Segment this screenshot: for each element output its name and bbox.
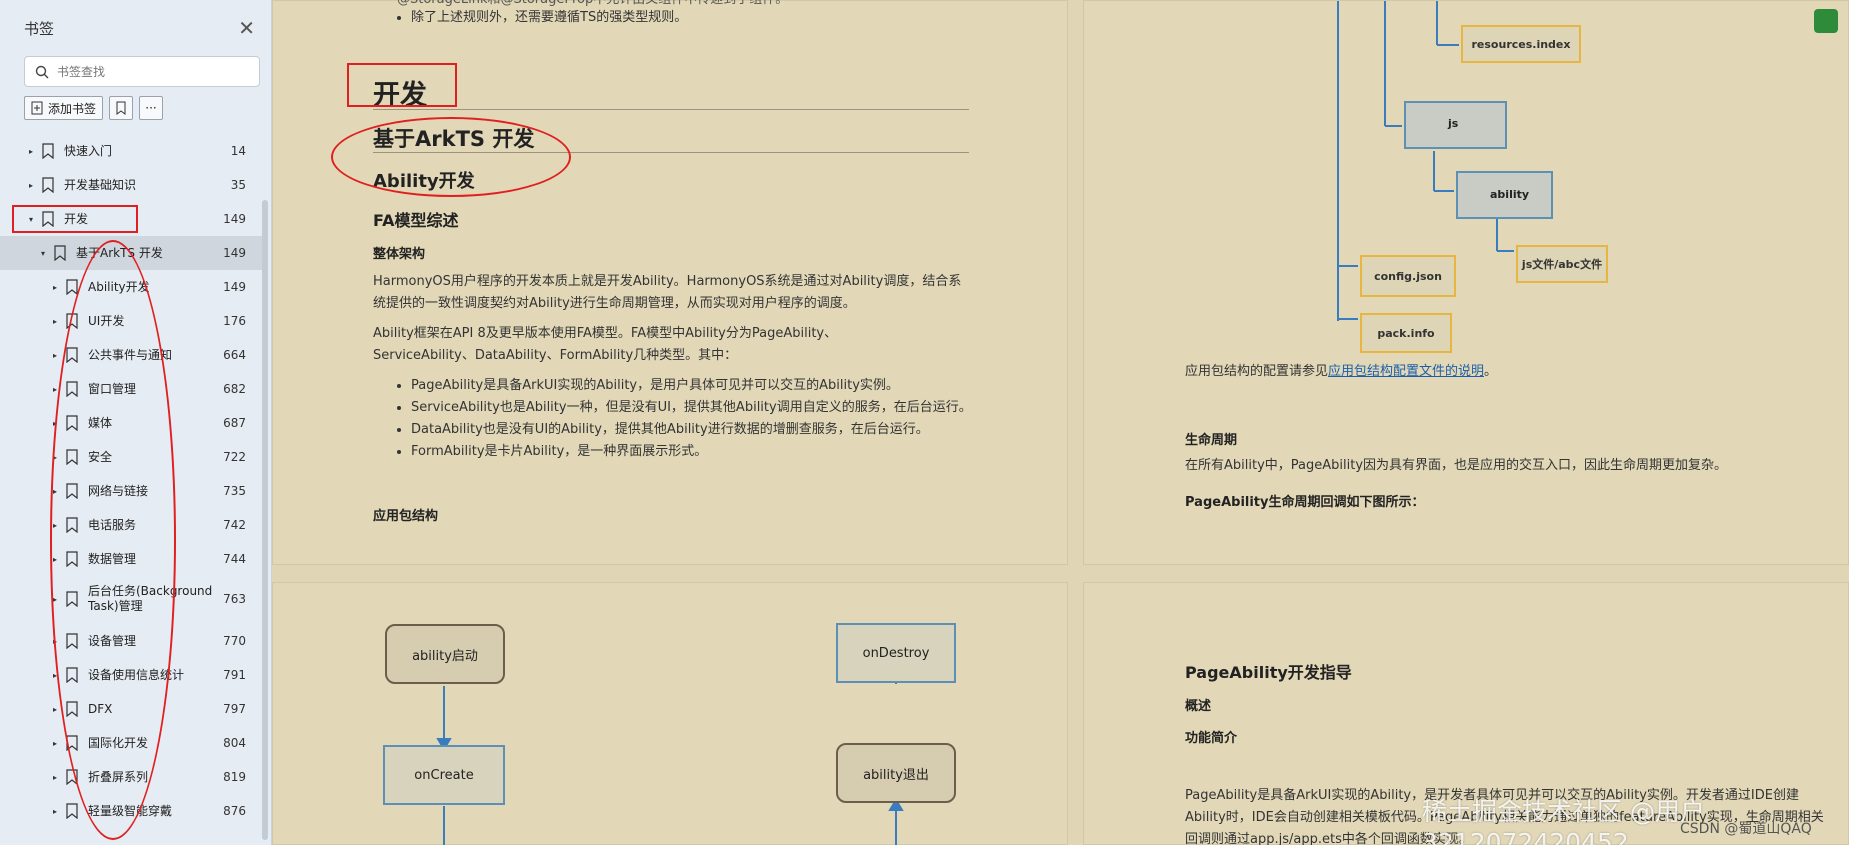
expand-toggle-icon[interactable]: ▸	[50, 317, 60, 326]
expand-toggle-icon[interactable]: ▸	[50, 807, 60, 816]
bookmark-page-number: 770	[223, 634, 246, 648]
heading-overview: 概述	[1185, 699, 1212, 714]
bookmark-icon	[116, 101, 126, 115]
config-reference-suffix: 。	[1484, 364, 1498, 379]
bookmark-page-number: 664	[223, 348, 246, 362]
bookmark-page-number: 722	[223, 450, 246, 464]
bookmark-icon	[40, 142, 56, 160]
bookmark-label: 快速入门	[64, 143, 113, 158]
bookmark-page-number: 35	[230, 178, 246, 192]
list-item: FormAbility是卡片Ability，是一种界面展示形式。	[411, 441, 993, 463]
list-item: DataAbility也是没有UI的Ability，提供其他Ability进行数…	[411, 419, 993, 441]
bookmark-page-number: 682	[223, 382, 246, 396]
bookmark-icon	[64, 802, 80, 820]
pdf-page-2: resources.index js ability js文件/abc文件 co…	[1083, 0, 1849, 565]
ability-folder-node: ability	[1456, 171, 1553, 219]
config-reference-prefix: 应用包结构的配置请参见	[1185, 364, 1329, 379]
close-icon[interactable]: ✕	[238, 16, 255, 40]
js-folder-node: js	[1404, 101, 1507, 149]
add-bookmark-icon	[31, 101, 43, 115]
bookmark-page-number: 791	[223, 668, 246, 682]
watermark-csdn: CSDN @蜀道山QAQ	[1680, 821, 1812, 837]
paragraph-intro: HarmonyOS用户程序的开发本质上就是开发Ability。HarmonyOS…	[373, 274, 962, 311]
expand-toggle-icon[interactable]: ▸	[50, 351, 60, 360]
ability-exit-node: ability退出	[836, 743, 956, 803]
bookmark-button[interactable]	[109, 96, 134, 120]
lifecycle-callback-caption: PageAbility生命周期回调如下图所示：	[1185, 495, 1425, 510]
sidebar-header: 书签 ✕	[0, 0, 271, 56]
bookmark-page-number: 763	[223, 592, 246, 606]
search-icon	[35, 65, 49, 78]
expand-toggle-icon[interactable]: ▸	[26, 147, 36, 156]
heading-lifecycle: 生命周期	[1185, 433, 1238, 448]
ability-folder-label: ability	[1490, 188, 1530, 201]
expand-toggle-icon[interactable]: ▾	[38, 249, 48, 258]
bookmark-toolbar: 添加书签 ···	[24, 96, 164, 120]
config-doc-link[interactable]: 应用包结构配置文件的说明	[1328, 364, 1484, 379]
on-destroy-node: onDestroy	[836, 623, 956, 683]
lifecycle-paragraph: 在所有Ability中，PageAbility因为具有界面，也是应用的交互入口，…	[1185, 458, 1728, 473]
bookmark-page-number: 149	[223, 212, 246, 226]
ability-type-list: PageAbility是具备ArkUI实现的Ability，是用户具体可见并可以…	[393, 375, 993, 463]
paragraph-fa-model: Ability框架在API 8及更早版本使用FA模型。FA模型中Ability分…	[373, 326, 838, 363]
heading-function-intro: 功能简介	[1185, 731, 1238, 746]
bookmark-page-number: 149	[223, 280, 246, 294]
ability-start-node: ability启动	[385, 624, 505, 684]
bookmark-sidebar: 书签 ✕ 添加书签 ··· ▸快速入门14▸开发基础知识35▾开发149▾基于A…	[0, 0, 272, 845]
heading-architecture: 整体架构	[373, 247, 426, 262]
heading-fa-overview: FA模型综述	[373, 211, 459, 230]
config-json-node: config.json	[1360, 255, 1456, 297]
js-folder-label: js	[1448, 117, 1459, 130]
heading-package-structure: 应用包结构	[373, 509, 439, 524]
expand-toggle-icon[interactable]: ▸	[50, 773, 60, 782]
config-reference: 应用包结构的配置请参见应用包结构配置文件的说明。	[1185, 361, 1785, 383]
divider	[373, 109, 969, 110]
bookmark-search[interactable]	[24, 56, 260, 87]
bookmark-label: 开发基础知识	[64, 177, 137, 192]
pdf-page-1: @StorageLink和@StorageProp不允许由父组件中传递到子组件。…	[272, 0, 1068, 565]
bookmark-page-number: 176	[223, 314, 246, 328]
bookmark-icon	[52, 244, 68, 262]
bookmark-page-number: 744	[223, 552, 246, 566]
expand-toggle-icon[interactable]: ▸	[50, 739, 60, 748]
pack-info-node: pack.info	[1360, 313, 1452, 353]
bookmark-page-number: 149	[223, 246, 246, 260]
page-tool-icon[interactable]	[1814, 9, 1838, 33]
bookmark-item[interactable]: ▸ 开发基础知识 35	[0, 168, 262, 202]
more-options-button[interactable]: ···	[139, 96, 164, 120]
more-icon: ···	[145, 101, 157, 115]
bookmark-page-number: 876	[223, 804, 246, 818]
bookmark-page-number: 14	[230, 144, 246, 158]
annotation-box-dev	[12, 205, 138, 233]
list-item: ServiceAbility也是Ability一种，但是没有UI，提供其他Abi…	[411, 397, 993, 419]
resources-index-node: resources.index	[1461, 25, 1581, 63]
annotation-ellipse-sidebar	[50, 240, 176, 840]
annotation-box-heading	[347, 63, 457, 107]
bookmark-page-number: 742	[223, 518, 246, 532]
sidebar-title: 书签	[24, 19, 55, 38]
expand-toggle-icon[interactable]: ▸	[26, 181, 36, 190]
bookmark-page-number: 735	[223, 484, 246, 498]
pdf-viewer: 书签 ✕ 添加书签 ··· ▸快速入门14▸开发基础知识35▾开发149▾基于A…	[0, 0, 1849, 845]
page1-top-bullet-list: 除了上述规则外，还需要遵循TS的强类型规则。	[393, 7, 953, 29]
bookmark-page-number: 804	[223, 736, 246, 750]
heading-pageability-guide: PageAbility开发指导	[1185, 663, 1352, 682]
annotation-ellipse-heading	[331, 117, 571, 197]
bookmark-icon	[40, 176, 56, 194]
on-create-node: onCreate	[383, 745, 505, 805]
jsfile-node: js文件/abc文件	[1516, 245, 1608, 283]
bookmark-page-number: 797	[223, 702, 246, 716]
page1-top-bullet: 除了上述规则外，还需要遵循TS的强类型规则。	[411, 7, 953, 29]
list-item: PageAbility是具备ArkUI实现的Ability，是用户具体可见并可以…	[411, 375, 993, 397]
add-bookmark-label: 添加书签	[48, 101, 97, 116]
pdf-page-3: ability启动 onDestroy onCreate ability退出	[272, 582, 1068, 845]
bookmark-page-number: 687	[223, 416, 246, 430]
expand-toggle-icon[interactable]: ▸	[50, 705, 60, 714]
add-bookmark-button[interactable]: 添加书签	[24, 96, 104, 120]
expand-toggle-icon[interactable]: ▸	[50, 283, 60, 292]
sidebar-scrollbar[interactable]	[262, 200, 268, 840]
bookmark-search-input[interactable]	[57, 64, 237, 79]
bookmark-item[interactable]: ▸ 快速入门 14	[0, 134, 262, 168]
bookmark-page-number: 819	[223, 770, 246, 784]
